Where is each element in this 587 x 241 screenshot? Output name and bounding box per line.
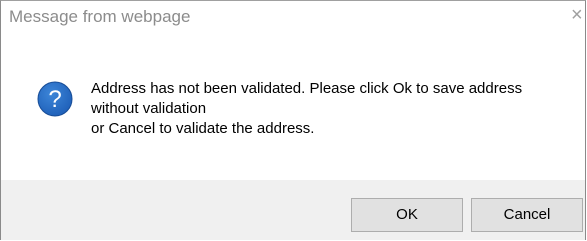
message-line: or Cancel to validate the address. bbox=[91, 120, 315, 137]
cancel-button[interactable]: Cancel bbox=[471, 198, 583, 232]
question-icon: ? bbox=[37, 81, 73, 117]
dialog-button-bar: OK Cancel bbox=[1, 180, 585, 240]
message-line: Address has not been validated. Please c… bbox=[91, 80, 523, 97]
dialog-message: Address has not been validated. Please c… bbox=[91, 79, 581, 139]
svg-text:?: ? bbox=[48, 86, 61, 113]
dialog-title: Message from webpage bbox=[9, 7, 191, 26]
ok-button[interactable]: OK bbox=[351, 198, 463, 232]
message-line: without validation bbox=[91, 100, 207, 117]
close-icon[interactable]: × bbox=[571, 5, 585, 25]
message-dialog: Message from webpage × ? Address has not… bbox=[0, 0, 586, 240]
dialog-titlebar[interactable]: Message from webpage × bbox=[1, 1, 585, 35]
dialog-content: ? Address has not been validated. Please… bbox=[1, 35, 585, 180]
